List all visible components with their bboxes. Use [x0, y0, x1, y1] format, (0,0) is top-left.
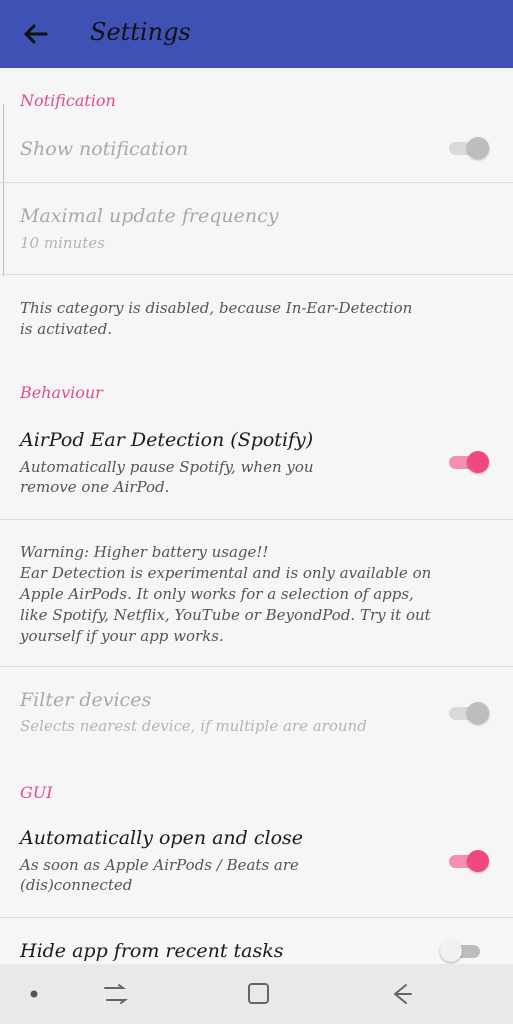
pref-summary: 10 minutes — [20, 234, 105, 252]
show-notification-switch[interactable] — [447, 135, 489, 161]
back-chevron-icon — [394, 984, 412, 1004]
pref-summary: As soon as Apple AirPods / Beats are (di… — [20, 856, 299, 894]
home-button[interactable] — [238, 978, 278, 1010]
pref-summary: Automatically pause Spotify, when you re… — [20, 458, 314, 496]
arrow-left-icon — [24, 24, 48, 44]
pref-title: Maximal update frequency — [20, 205, 279, 227]
pref-title: Show notification — [20, 138, 189, 160]
category-gui: GUI — [20, 783, 53, 802]
app-bar: Settings — [0, 0, 513, 68]
pref-title: Filter devices — [20, 689, 152, 711]
pref-title: AirPod Ear Detection (Spotify) — [20, 429, 314, 451]
ear-detection-switch[interactable] — [447, 449, 489, 475]
nav-back-button[interactable] — [381, 978, 421, 1010]
dot-icon — [30, 990, 38, 998]
pref-auto-open-close[interactable]: Automatically open and close As soon as … — [0, 820, 513, 916]
disabled-category-note: This category is disabled, because In-Ea… — [20, 299, 413, 338]
settings-list: Notification Show notification Maximal u… — [0, 68, 513, 964]
back-button[interactable] — [18, 20, 52, 48]
pref-title: Automatically open and close — [20, 827, 304, 849]
battery-warning-note: Warning: Higher battery usage!! Ear Dete… — [20, 543, 432, 645]
recent-apps-icon — [104, 984, 128, 1004]
hide-app-switch[interactable] — [440, 938, 482, 964]
pref-show-notification[interactable]: Show notification — [0, 128, 513, 182]
pref-hide-app[interactable]: Hide app from recent tasks — [0, 918, 513, 964]
pref-filter-devices[interactable]: Filter devices Selects nearest device, i… — [0, 667, 513, 747]
pref-ear-detection[interactable]: AirPod Ear Detection (Spotify) Automatic… — [0, 423, 513, 518]
category-notification: Notification — [20, 91, 116, 110]
pref-max-update-frequency[interactable]: Maximal update frequency 10 minutes — [0, 183, 513, 273]
recent-apps-button[interactable] — [95, 978, 135, 1010]
page-title: Settings — [90, 18, 191, 46]
category-behaviour: Behaviour — [20, 383, 103, 402]
nav-dot-button[interactable] — [14, 978, 54, 1010]
divider — [0, 519, 513, 520]
system-nav-bar — [0, 964, 513, 1024]
home-square-icon — [248, 983, 269, 1004]
divider — [0, 274, 513, 275]
pref-title: Hide app from recent tasks — [20, 940, 284, 962]
pref-summary: Selects nearest device, if multiple are … — [20, 717, 367, 735]
filter-devices-switch[interactable] — [447, 700, 489, 726]
auto-open-close-switch[interactable] — [447, 848, 489, 874]
